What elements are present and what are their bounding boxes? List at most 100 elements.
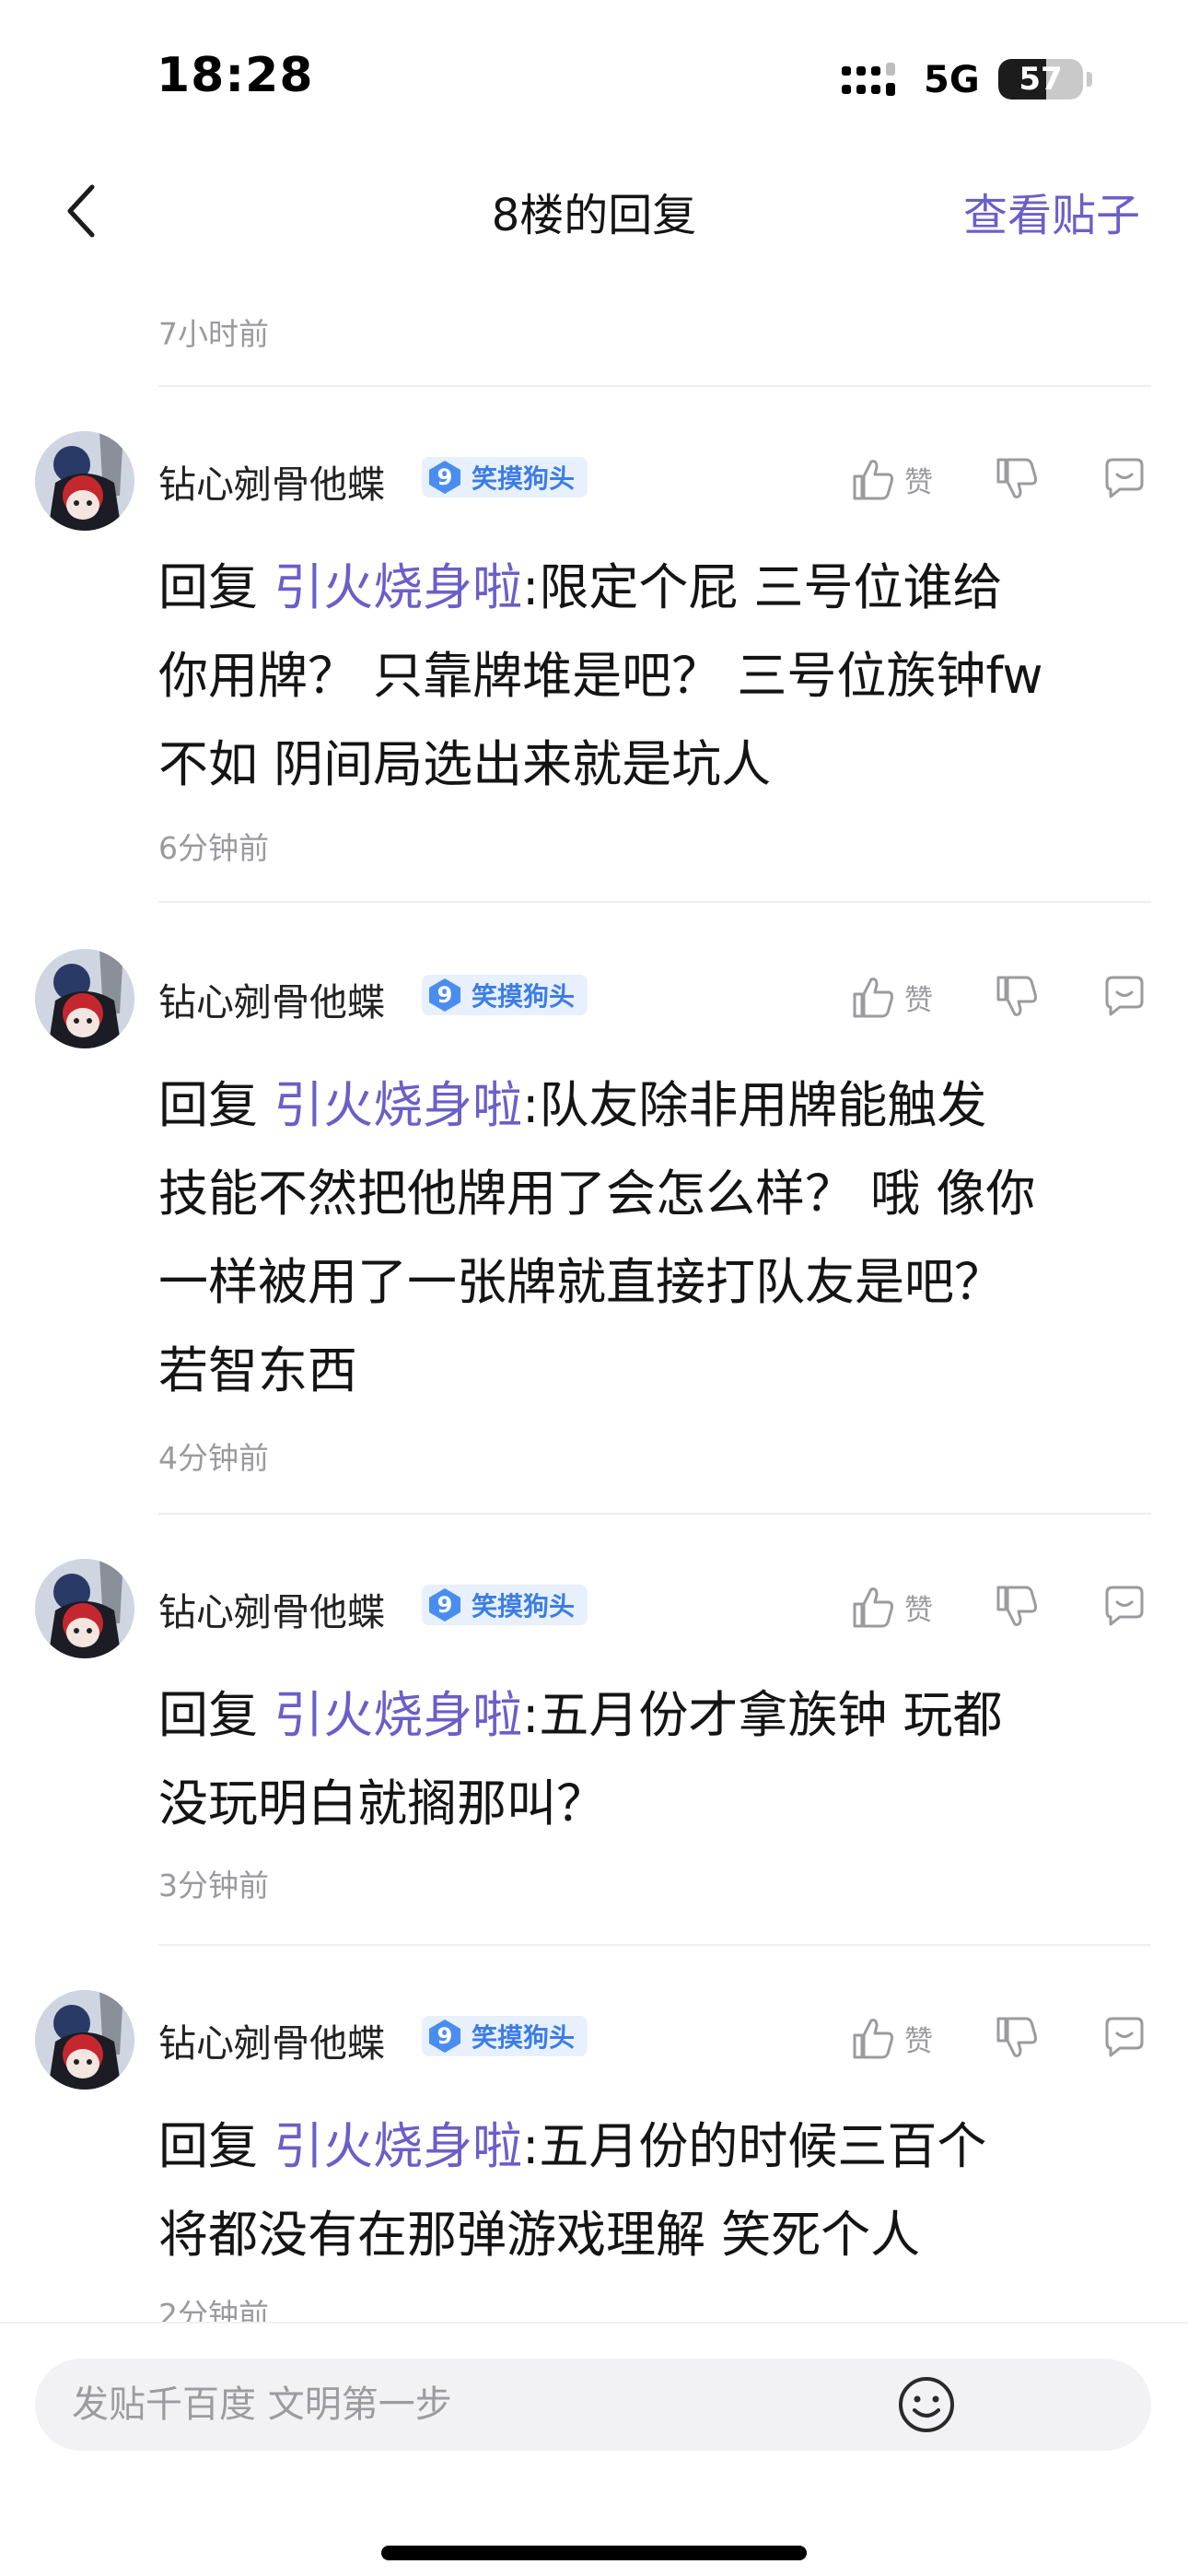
level-badge: 9 笑摸狗头: [422, 975, 588, 1015]
divider: [158, 901, 1151, 903]
battery-tip: [1087, 72, 1092, 87]
comment-line: 没玩明白就搁那叫？: [158, 1774, 606, 1832]
level-tag: 笑摸狗头: [472, 463, 576, 494]
thumbs-up-icon: [853, 978, 893, 1018]
signal-icon: [842, 63, 895, 96]
reply-button[interactable]: [1101, 2010, 1147, 2066]
level-badge: 9 笑摸狗头: [422, 2016, 588, 2056]
comment-line: 回复 引火烧身啦:队友除非用牌能触发: [158, 1061, 1153, 1150]
avatar-image-icon: [35, 1559, 134, 1658]
battery-percentage: 57: [1019, 61, 1063, 98]
input-placeholder: 发贴千百度 文明第一步: [72, 2383, 452, 2426]
thumbs-down-icon: [996, 2017, 1037, 2057]
thumbs-up-icon: [853, 460, 893, 500]
comment-time: 3分钟前: [158, 1868, 269, 1903]
view-post-link[interactable]: 查看贴子: [963, 179, 1140, 243]
comment-line-text: :限定个屁 三号位谁给: [522, 558, 1003, 616]
level-tag: 笑摸狗头: [472, 981, 576, 1012]
level-number: 9: [437, 982, 453, 1008]
comment-line: 回复 引火烧身啦:五月份的时候三百个: [158, 2102, 1153, 2191]
divider: [158, 1513, 1151, 1515]
nav-bar: 8楼的回复 查看贴子: [0, 157, 1188, 267]
reply-target-link[interactable]: 引火烧身啦: [274, 1686, 522, 1744]
thumbs-up-icon: [853, 2019, 893, 2059]
comment-line: 技能不然把他牌用了会怎么样？ 哦 像你: [158, 1165, 1036, 1223]
dislike-button[interactable]: [995, 451, 1039, 507]
like-button[interactable]: 赞: [851, 1579, 933, 1634]
comment-line-text: :队友除非用牌能触发: [522, 1076, 987, 1134]
reply-prefix: 回复: [158, 1686, 274, 1744]
like-button[interactable]: 赞: [851, 2010, 933, 2066]
thumbs-down-icon: [996, 976, 1037, 1016]
bottom-input-bar: 发贴千百度 文明第一步: [0, 2322, 1188, 2576]
comment-time: 4分钟前: [158, 1440, 269, 1476]
dislike-button[interactable]: [995, 1579, 1039, 1634]
comment-line-text: :五月份才拿族钟 玩都: [522, 1686, 1003, 1744]
reply-thread-page: 18:28 5G 57 8楼的回复 查看贴子 7小时前 钻心剜骨他蝶 9 笑摸狗…: [0, 0, 1188, 2576]
reply-prefix: 回复: [158, 1076, 274, 1134]
thumbs-down-icon: [996, 1586, 1037, 1626]
comment-line: 将都没有在那弹游戏理解 笑死个人: [158, 2206, 921, 2264]
divider: [158, 385, 1151, 387]
comment-text: 回复 引火烧身啦:限定个屁 三号位谁给 你用牌？ 只靠牌堆是吧？ 三号位族钟fw…: [158, 544, 1153, 809]
level-number: 9: [437, 464, 453, 490]
comment-line-text: :五月份的时候三百个: [522, 2117, 987, 2175]
like-button[interactable]: 赞: [851, 969, 933, 1025]
avatar[interactable]: [35, 1559, 134, 1658]
avatar-image-icon: [35, 1990, 134, 2090]
like-label: 赞: [904, 465, 933, 499]
reply-button[interactable]: [1101, 1579, 1147, 1634]
level-tag: 笑摸狗头: [472, 1591, 576, 1622]
dislike-button[interactable]: [995, 969, 1039, 1025]
thumbs-up-icon: [853, 1587, 893, 1628]
comment-text: 回复 引火烧身啦:五月份才拿族钟 玩都 没玩明白就搁那叫？: [158, 1671, 1153, 1848]
network-label: 5G: [924, 59, 980, 101]
reply-button[interactable]: [1101, 451, 1147, 507]
comment-time: 6分钟前: [158, 830, 269, 866]
author-name[interactable]: 钻心剜骨他蝶: [158, 971, 385, 1026]
comment-line: 回复 引火烧身啦:限定个屁 三号位谁给: [158, 544, 1153, 632]
level-badge: 9 笑摸狗头: [422, 457, 588, 498]
like-label: 赞: [904, 983, 933, 1017]
floor-timestamp: 7小时前: [158, 316, 269, 352]
like-label: 赞: [904, 1593, 933, 1627]
avatar-image-icon: [35, 949, 134, 1048]
comment-line: 你用牌？ 只靠牌堆是吧？ 三号位族钟fw: [158, 647, 1043, 705]
avatar[interactable]: [35, 1990, 134, 2090]
comment-bubble-icon: [1105, 976, 1144, 1016]
home-indicator: [381, 2546, 807, 2560]
level-number: 9: [437, 2023, 453, 2049]
comment-bubble-icon: [1105, 458, 1144, 498]
emoji-icon[interactable]: [888, 2366, 965, 2443]
reply-target-link[interactable]: 引火烧身啦: [274, 1076, 522, 1134]
comment-text: 回复 引火烧身啦:五月份的时候三百个 将都没有在那弹游戏理解 笑死个人: [158, 2102, 1153, 2279]
like-label: 赞: [904, 2024, 933, 2058]
thumbs-down-icon: [996, 458, 1037, 498]
comment-text: 回复 引火烧身啦:队友除非用牌能触发 技能不然把他牌用了会怎么样？ 哦 像你 一…: [158, 1061, 1153, 1415]
comment-bubble-icon: [1105, 2017, 1144, 2057]
author-name[interactable]: 钻心剜骨他蝶: [158, 453, 385, 509]
level-number: 9: [437, 1592, 453, 1618]
comment-line: 若智东西: [158, 1341, 357, 1399]
divider: [158, 1944, 1151, 1946]
level-badge: 9 笑摸狗头: [422, 1585, 588, 1625]
author-name[interactable]: 钻心剜骨他蝶: [158, 2012, 385, 2067]
reply-target-link[interactable]: 引火烧身啦: [274, 2117, 522, 2175]
battery-icon: 57: [998, 59, 1083, 100]
reply-target-link[interactable]: 引火烧身啦: [274, 558, 522, 616]
status-bar: 18:28 5G 57: [0, 0, 1188, 138]
reply-button[interactable]: [1101, 969, 1147, 1025]
avatar-image-icon: [35, 431, 134, 531]
reply-input[interactable]: 发贴千百度 文明第一步: [35, 2359, 1151, 2451]
comment-line: 一样被用了一张牌就直接打队友是吧？: [158, 1253, 1004, 1311]
like-button[interactable]: 赞: [851, 451, 933, 507]
avatar[interactable]: [35, 431, 134, 531]
comment-line: 回复 引火烧身啦:五月份才拿族钟 玩都: [158, 1671, 1153, 1760]
comment-line: 不如 阴间局选出来就是坑人: [158, 735, 772, 793]
author-name[interactable]: 钻心剜骨他蝶: [158, 1581, 385, 1636]
level-tag: 笑摸狗头: [472, 2022, 576, 2053]
avatar[interactable]: [35, 949, 134, 1048]
reply-prefix: 回复: [158, 558, 274, 616]
reply-prefix: 回复: [158, 2117, 274, 2175]
dislike-button[interactable]: [995, 2010, 1039, 2066]
